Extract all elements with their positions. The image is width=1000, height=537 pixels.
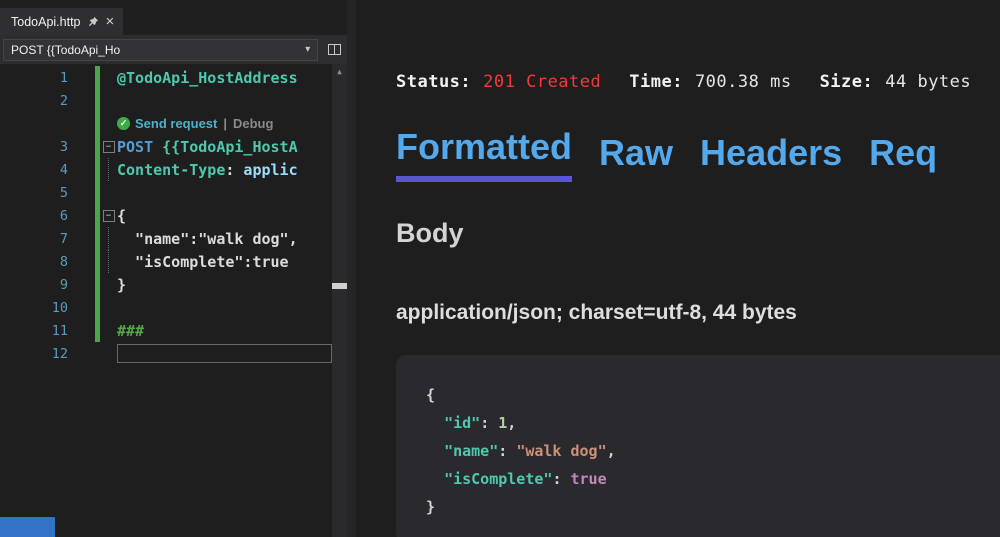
editor-line[interactable]: 7 "name":"walk dog", [0,227,347,250]
pin-icon[interactable] [88,16,99,27]
debug-link[interactable]: Debug [233,116,273,131]
json-line: { [426,381,994,409]
document-tab[interactable]: TodoApi.http × [0,8,123,35]
status-bar-corner [0,517,55,537]
response-pane: Status: 201 Created Time: 700.38 ms Size… [356,0,1000,537]
status-label: Status: [396,72,471,92]
json-body-line: "name":"walk dog", [117,230,298,248]
caret-line-indicator [117,344,332,363]
json-line: "name": "walk dog", [426,437,994,465]
editor-line[interactable]: 1 @TodoApi_HostAddress [0,66,347,89]
split-view-button[interactable] [324,40,344,60]
check-circle-icon: ✓ [117,117,130,130]
http-variable: @TodoApi_HostAddress [117,69,298,87]
line-number: 2 [0,93,74,109]
tab-request[interactable]: Req [869,132,937,182]
fold-toggle-icon[interactable]: − [103,210,115,222]
line-number: 11 [0,323,74,339]
line-number: 10 [0,300,74,316]
vs-window: TodoApi.http × POST {{TodoApi_Ho ▾ 1 @T [0,0,1000,537]
json-line: } [426,493,994,521]
tab-title: TodoApi.http [11,15,81,29]
editor-scrollbar[interactable]: ▲ [332,64,347,537]
scrollbar-thumb[interactable] [332,283,347,289]
request-separator: ### [117,322,144,340]
content-type-line: application/json; charset=utf-8, 44 byte… [396,301,1000,325]
scroll-up-icon[interactable]: ▲ [332,64,347,79]
editor-line[interactable]: 12 [0,342,347,365]
line-number: 3 [0,139,74,155]
split-view-icon [328,44,341,55]
editor-line[interactable]: 2 [0,89,347,112]
line-number: 6 [0,208,74,224]
json-body-line: "isComplete":true [117,253,289,271]
editor-line[interactable]: 11 ### [0,319,347,342]
line-number: 1 [0,70,74,86]
response-tabs: Formatted Raw Headers Req [396,126,1000,182]
document-tabstrip: TodoApi.http × [0,0,347,35]
json-line: "id": 1, [426,409,994,437]
chevron-down-icon: ▾ [305,44,310,55]
line-number: 12 [0,346,74,362]
line-number: 7 [0,231,74,247]
tab-raw[interactable]: Raw [599,132,673,182]
editor-toolbar: POST {{TodoApi_Ho ▾ [0,35,347,64]
code-editor[interactable]: 1 @TodoApi_HostAddress 2 ✓ Send request … [0,64,347,537]
line-number: 4 [0,162,74,178]
close-icon[interactable]: × [106,16,115,28]
request-url: {{TodoApi_HostA [153,138,298,156]
line-number: 9 [0,277,74,293]
time-label: Time: [629,72,683,92]
editor-line[interactable]: 3 − POST {{TodoApi_HostA [0,135,347,158]
response-status-row: Status: 201 Created Time: 700.38 ms Size… [396,72,1000,92]
editor-line[interactable]: 5 [0,181,347,204]
json-line: "isComplete": true [426,465,994,493]
tab-formatted[interactable]: Formatted [396,126,572,182]
header-name: Content-Type [117,161,225,179]
line-number: 5 [0,185,74,201]
time-value: 700.38 ms [695,72,792,92]
request-selector[interactable]: POST {{TodoApi_Ho ▾ [3,39,318,61]
editor-line[interactable]: 10 [0,296,347,319]
editor-line[interactable]: 9 } [0,273,347,296]
size-value: 44 bytes [885,72,971,92]
fold-toggle-icon[interactable]: − [103,141,115,153]
line-number: 8 [0,254,74,270]
editor-line[interactable]: 6 − { [0,204,347,227]
http-method: POST [117,138,153,156]
send-request-link[interactable]: Send request [135,116,217,131]
editor-pane: TodoApi.http × POST {{TodoApi_Ho ▾ 1 @T [0,0,347,537]
header-value: applic [234,161,297,179]
response-body-json: { "id": 1, "name": "walk dog", "isComple… [396,355,1000,537]
tab-headers[interactable]: Headers [700,132,842,182]
editor-line[interactable]: 4 Content-Type: applic [0,158,347,181]
pane-splitter[interactable] [347,0,356,537]
size-label: Size: [820,72,874,92]
request-selector-value: POST {{TodoApi_Ho [11,43,120,57]
body-heading: Body [396,218,1000,249]
status-value: 201 Created [483,72,601,92]
editor-line[interactable]: 8 "isComplete":true [0,250,347,273]
codelens-line: ✓ Send request | Debug [0,112,347,135]
codelens-separator: | [223,116,227,131]
